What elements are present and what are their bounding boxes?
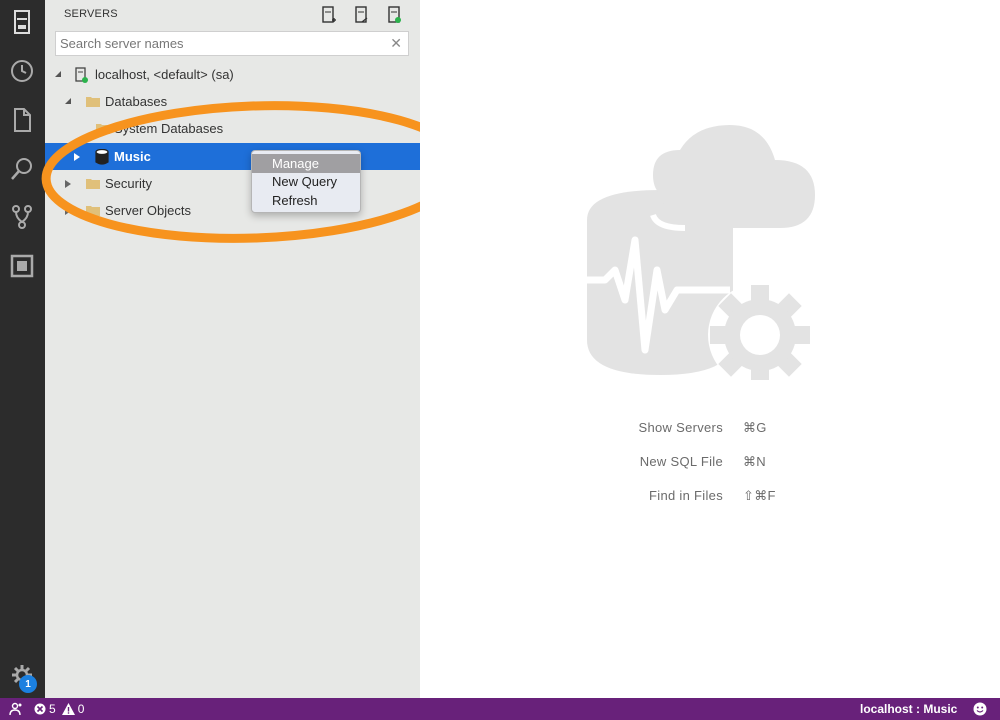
server-search-input[interactable] (56, 36, 376, 51)
history-icon[interactable] (8, 57, 36, 85)
tree-item-security[interactable]: Security (45, 170, 420, 197)
servers-icon[interactable] (8, 8, 36, 36)
warning-count: 0 (77, 702, 85, 716)
source-control-icon[interactable] (8, 203, 36, 231)
error-count: 5 (49, 702, 56, 716)
tree-label: Server Objects (105, 203, 191, 218)
menu-item-new-query[interactable]: New Query (252, 173, 360, 192)
folder-icon (95, 121, 111, 137)
connection-status[interactable]: localhost : Music (860, 702, 957, 716)
shortcut-key: ⌘N (743, 454, 766, 469)
remote-icon[interactable] (8, 702, 22, 716)
servers-sidebar: SERVERS ✕ localhost, <default> (sa) D (45, 0, 420, 698)
status-bar: 5 0 localhost : Music (0, 698, 1000, 720)
tree-item-databases[interactable]: Databases (45, 88, 420, 115)
tree-label: Music (114, 149, 151, 164)
context-menu: Manage New Query Refresh (251, 150, 361, 213)
problems-indicator[interactable]: 5 0 (34, 702, 84, 716)
folder-icon (85, 176, 101, 192)
tree-label: localhost, <default> (sa) (95, 67, 234, 82)
warning-icon (61, 703, 75, 715)
tree-item-server[interactable]: localhost, <default> (sa) (45, 61, 420, 88)
shortcut-key: ⌘G (743, 420, 767, 435)
editor-area: Show Servers ⌘G New SQL File ⌘N Find in … (420, 0, 1000, 698)
menu-item-manage[interactable]: Manage (252, 154, 360, 173)
tree-label: Databases (105, 94, 168, 109)
feedback-smiley-icon[interactable] (973, 702, 987, 716)
tree-label: System Databases (114, 121, 224, 136)
folder-icon (85, 94, 101, 110)
active-connections-icon[interactable] (386, 5, 404, 25)
server-search-box[interactable]: ✕ (55, 31, 409, 56)
folder-icon (85, 203, 101, 219)
shortcut-label: New SQL File (639, 454, 723, 469)
server-connected-icon (73, 66, 89, 83)
sidebar-title: SERVERS (64, 8, 118, 20)
shortcut-label: Find in Files (649, 488, 723, 503)
expanded-triangle-icon[interactable] (63, 97, 73, 107)
collapsed-triangle-icon[interactable] (63, 206, 73, 216)
tree-item-server-objects[interactable]: Server Objects (45, 197, 420, 224)
tree-item-music[interactable]: Music (45, 143, 420, 170)
collapsed-triangle-icon[interactable] (72, 152, 82, 162)
search-icon[interactable] (8, 155, 36, 183)
shortcut-key: ⇧⌘F (743, 488, 776, 503)
menu-item-refresh[interactable]: Refresh (252, 191, 360, 210)
expanded-triangle-icon[interactable] (53, 70, 63, 80)
sidebar-actions (320, 5, 404, 25)
settings-badge: 1 (19, 675, 37, 693)
database-icon (94, 148, 110, 165)
error-icon (34, 703, 46, 715)
explorer-file-icon[interactable] (8, 106, 36, 134)
extensions-icon[interactable] (8, 252, 36, 280)
new-server-group-icon[interactable] (353, 5, 371, 25)
collapsed-triangle-icon[interactable] (63, 179, 73, 189)
tree-item-system-databases[interactable]: System Databases (45, 115, 420, 142)
tree-label: Security (105, 176, 152, 191)
azure-data-studio-watermark-icon (587, 125, 815, 380)
clear-search-icon[interactable]: ✕ (390, 35, 402, 52)
shortcut-label: Show Servers (638, 420, 723, 435)
new-connection-icon[interactable] (320, 5, 338, 25)
activity-bar: 1 (0, 0, 45, 698)
